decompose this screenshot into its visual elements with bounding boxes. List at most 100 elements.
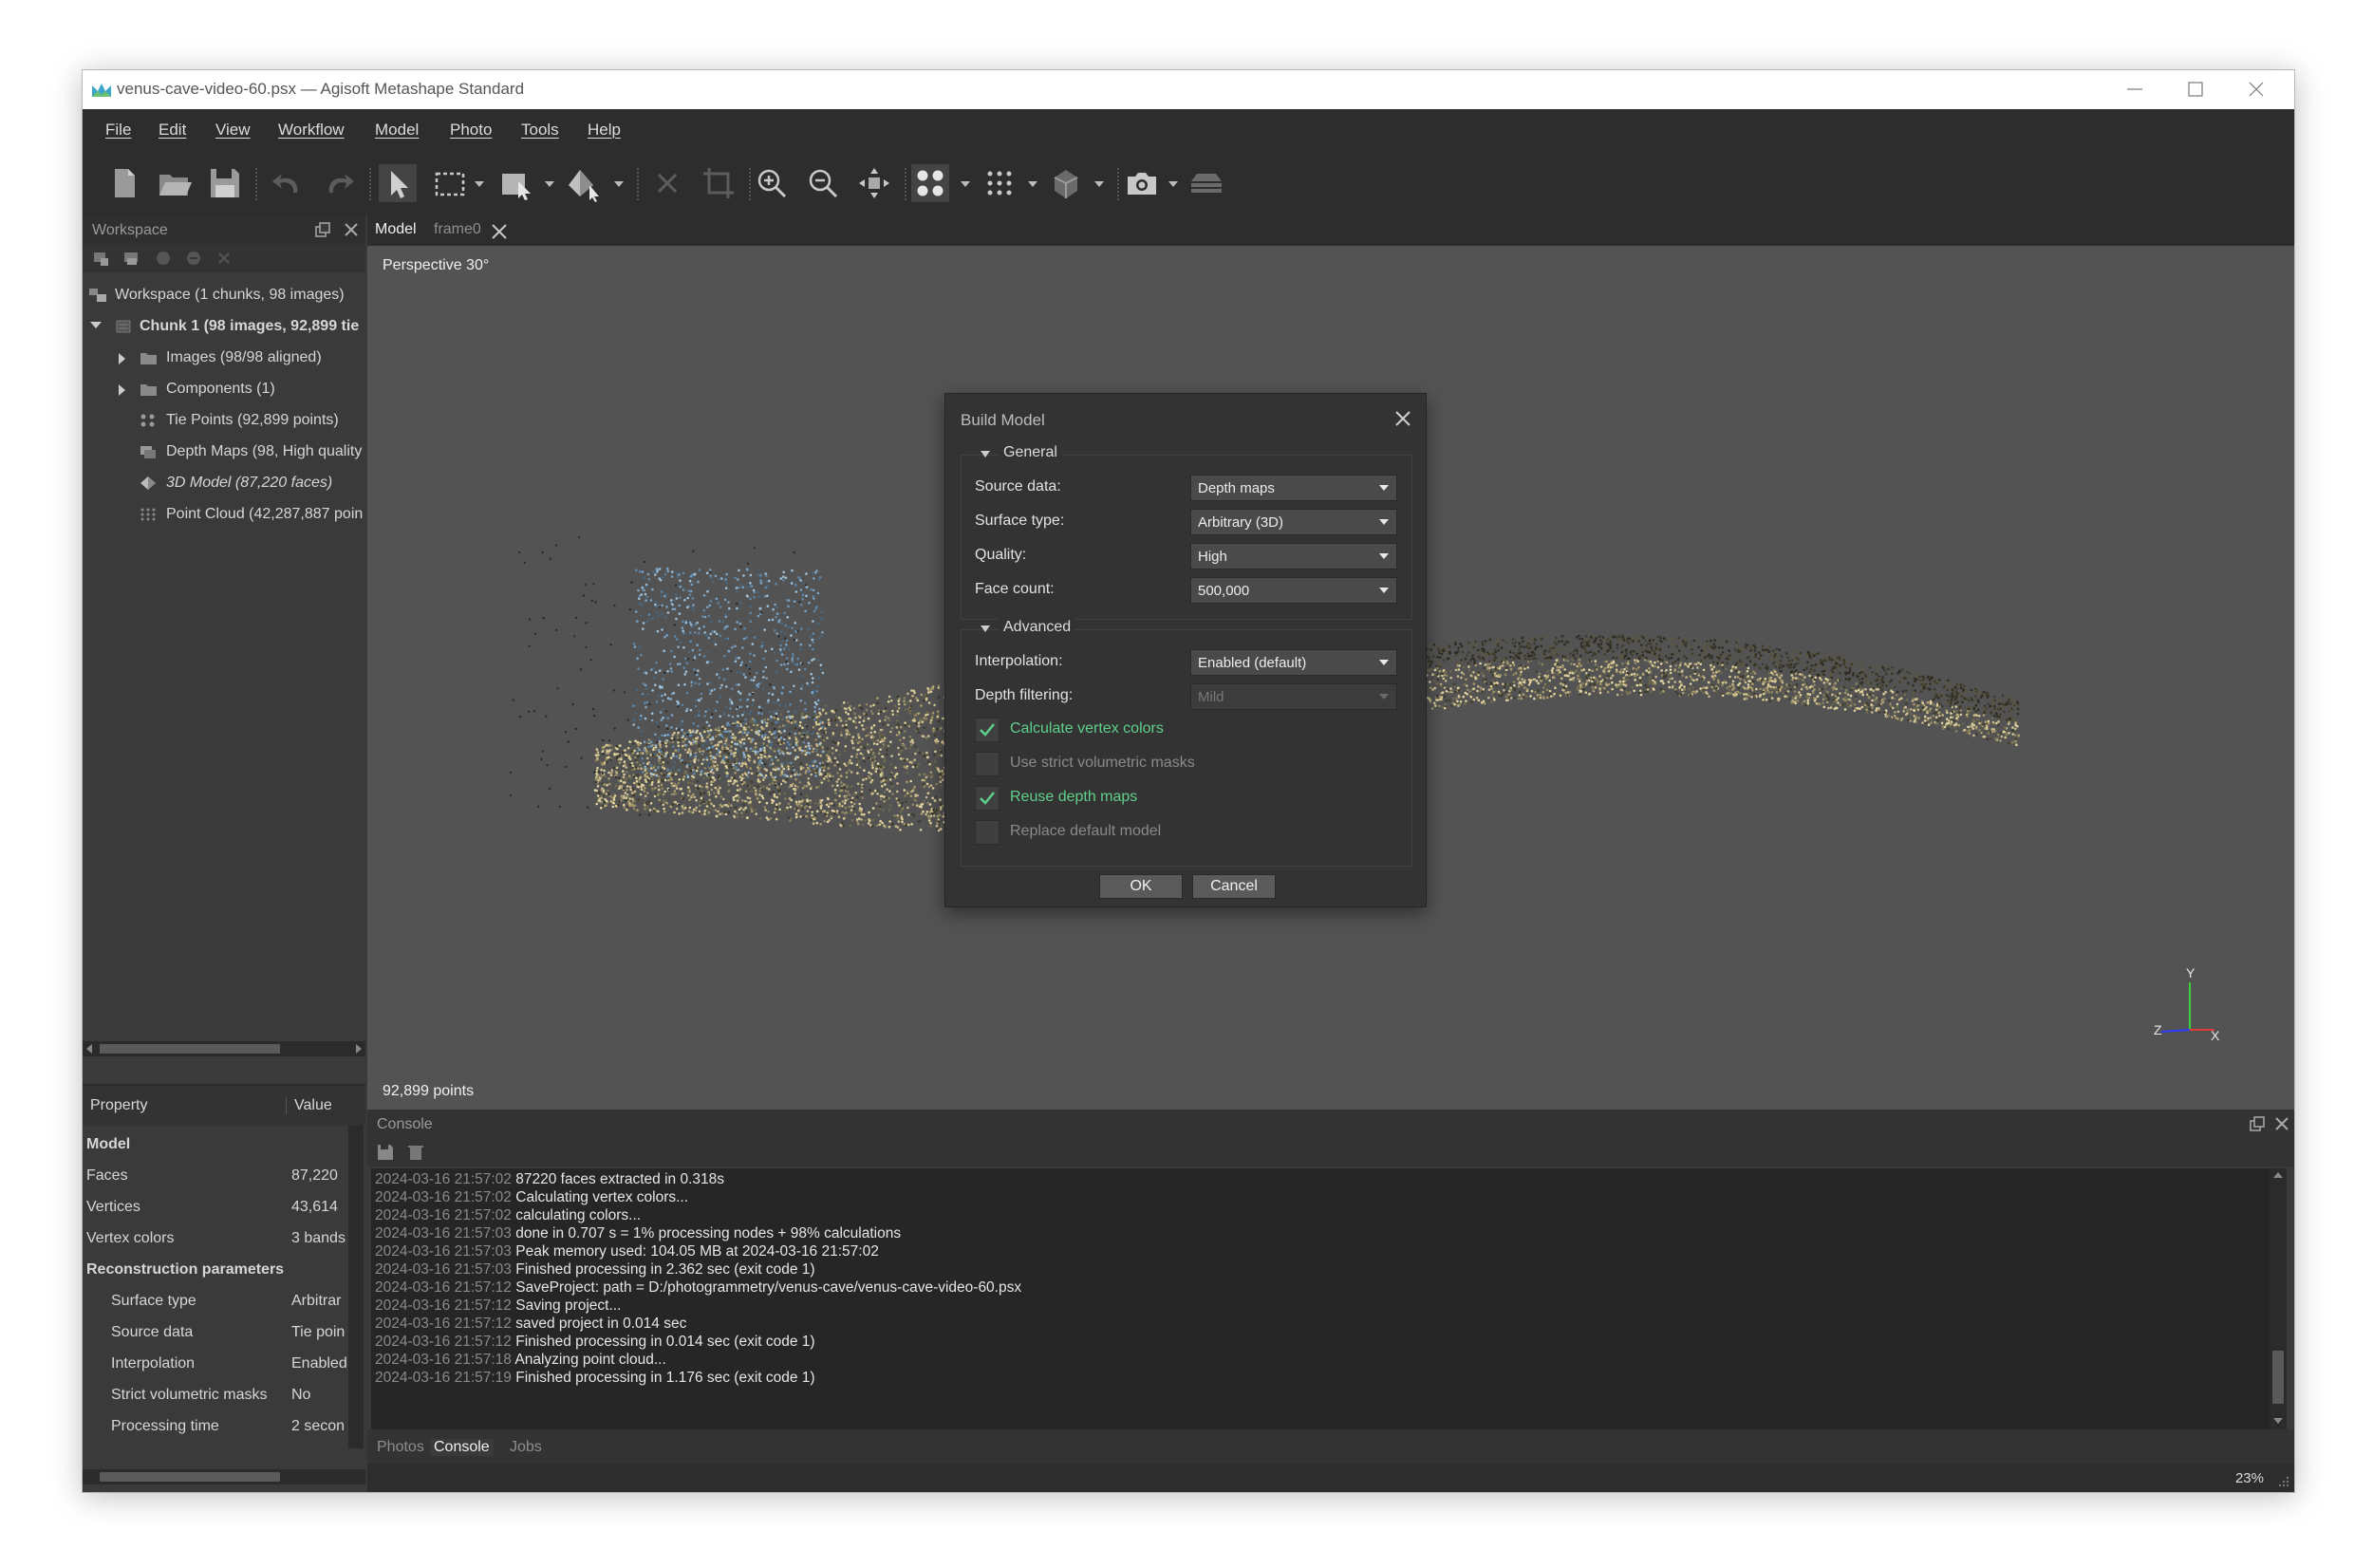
tab-console[interactable]: Console — [430, 1439, 494, 1456]
property-group[interactable]: Reconstruction parameters — [83, 1255, 348, 1285]
close-icon[interactable] — [343, 221, 360, 238]
menu-workflow[interactable]: Workflow — [278, 121, 345, 140]
interpolation-select[interactable]: Enabled (default) — [1190, 649, 1397, 676]
draw-shape-dropdown[interactable] — [545, 181, 554, 187]
face-count-select[interactable]: 500,000 — [1190, 577, 1397, 604]
point-cloud-dropdown[interactable] — [1028, 181, 1037, 187]
tab-photos[interactable]: Photos — [377, 1439, 424, 1456]
tie-points-dropdown[interactable] — [961, 181, 970, 187]
menu-help[interactable]: Help — [588, 121, 621, 140]
save-button[interactable] — [206, 164, 244, 202]
new-button[interactable] — [105, 164, 143, 202]
show-cameras-button[interactable] — [1123, 164, 1161, 202]
menu-edit[interactable]: Edit — [159, 121, 186, 140]
tab-model[interactable]: Model — [375, 221, 417, 238]
property-row[interactable]: Faces 87,220 — [83, 1161, 348, 1191]
trash-icon[interactable] — [407, 1144, 424, 1161]
rect-selection-button[interactable] — [431, 164, 469, 202]
close-tab-icon[interactable] — [491, 223, 508, 240]
enable-icon[interactable] — [155, 250, 172, 267]
advanced-group-title[interactable]: Advanced — [1000, 619, 1075, 636]
tab-frame0[interactable]: frame0 — [434, 221, 481, 238]
scroll-up-icon[interactable] — [2273, 1172, 2283, 1178]
replace-default-model-checkbox[interactable] — [975, 820, 1000, 845]
reuse-depth-maps-checkbox[interactable] — [975, 786, 1000, 811]
property-row[interactable]: Interpolation Enabled — [83, 1349, 348, 1379]
expand-icon[interactable] — [119, 384, 125, 396]
navigation-tool-button[interactable] — [379, 164, 417, 202]
console-log[interactable]: 2024-03-16 21:57:02 87220 faces extracte… — [371, 1168, 2270, 1429]
source-data-select[interactable]: Depth maps — [1190, 475, 1397, 501]
strict-volumetric-masks-checkbox[interactable] — [975, 752, 1000, 776]
undock-icon[interactable] — [2249, 1115, 2266, 1132]
scrollbar-thumb[interactable] — [2272, 1351, 2284, 1404]
properties-horizontal-scrollbar[interactable] — [83, 1469, 365, 1484]
show-model-button[interactable] — [1047, 164, 1085, 202]
collapse-icon[interactable] — [981, 451, 990, 457]
remove-icon[interactable] — [215, 250, 233, 267]
scroll-down-icon[interactable] — [2273, 1418, 2283, 1424]
scrollbar-thumb[interactable] — [100, 1472, 280, 1482]
open-button[interactable] — [156, 164, 194, 202]
zoom-out-button[interactable] — [804, 164, 842, 202]
scroll-right-icon[interactable] — [356, 1044, 362, 1054]
console-vertical-scrollbar[interactable] — [2270, 1168, 2287, 1429]
maximize-button[interactable] — [2169, 74, 2222, 104]
value-column-header[interactable]: Value — [286, 1097, 332, 1114]
properties-vertical-scrollbar[interactable] — [348, 1126, 364, 1448]
tab-jobs[interactable]: Jobs — [510, 1439, 542, 1456]
disable-icon[interactable] — [185, 250, 202, 267]
calculate-vertex-colors-label[interactable]: Calculate vertex colors — [1010, 720, 1164, 737]
crop-selection-button[interactable] — [700, 164, 738, 202]
close-window-button[interactable] — [2230, 74, 2283, 104]
expand-icon[interactable] — [119, 353, 125, 364]
property-group[interactable]: Model — [83, 1129, 348, 1160]
property-row[interactable]: Surface type Arbitrar — [83, 1286, 348, 1316]
rect-selection-dropdown[interactable] — [475, 181, 484, 187]
quality-select[interactable]: High — [1190, 543, 1397, 569]
move-object-dropdown[interactable] — [614, 181, 624, 187]
surface-type-select[interactable]: Arbitrary (3D) — [1190, 509, 1397, 535]
camera-dropdown[interactable] — [1168, 181, 1178, 187]
general-group-title[interactable]: General — [1000, 444, 1061, 461]
calculate-vertex-colors-checkbox[interactable] — [975, 718, 1000, 742]
property-column-header[interactable]: Property — [90, 1097, 147, 1114]
reset-view-button[interactable] — [855, 164, 893, 202]
menu-tools[interactable]: Tools — [521, 121, 559, 140]
scroll-left-icon[interactable] — [86, 1044, 92, 1054]
delete-selection-button[interactable] — [648, 164, 686, 202]
draw-shape-button[interactable] — [497, 164, 535, 202]
ok-button[interactable]: OK — [1099, 874, 1183, 899]
zoom-in-button[interactable] — [753, 164, 791, 202]
save-log-icon[interactable] — [377, 1144, 394, 1161]
property-row[interactable]: Strict volumetric masks No — [83, 1380, 348, 1410]
add-chunk-icon[interactable] — [92, 250, 109, 267]
menu-photo[interactable]: Photo — [450, 121, 492, 140]
close-icon[interactable] — [2273, 1115, 2290, 1132]
property-row[interactable]: Source data Tie poin — [83, 1317, 348, 1348]
menu-model[interactable]: Model — [375, 121, 419, 140]
menu-file[interactable]: File — [105, 121, 131, 140]
property-row[interactable]: Processing time 2 secon — [83, 1411, 348, 1442]
redo-button[interactable] — [320, 164, 358, 202]
undock-icon[interactable] — [314, 221, 331, 238]
strict-volumetric-masks-label[interactable]: Use strict volumetric masks — [1010, 755, 1195, 772]
collapse-icon[interactable] — [90, 322, 102, 328]
workspace-horizontal-scrollbar[interactable] — [83, 1041, 365, 1056]
property-row[interactable]: Vertices 43,614 — [83, 1192, 348, 1223]
move-object-button[interactable] — [565, 164, 603, 202]
undo-button[interactable] — [269, 164, 307, 202]
model-view-dropdown[interactable] — [1094, 181, 1104, 187]
add-photos-icon[interactable] — [122, 250, 140, 267]
show-tie-points-button[interactable] — [911, 164, 949, 202]
cancel-button[interactable]: Cancel — [1192, 874, 1276, 899]
reuse-depth-maps-label[interactable]: Reuse depth maps — [1010, 789, 1137, 806]
replace-default-model-label[interactable]: Replace default model — [1010, 823, 1161, 840]
resize-grip-icon[interactable] — [2277, 1475, 2290, 1488]
menu-view[interactable]: View — [215, 121, 251, 140]
minimize-button[interactable] — [2108, 74, 2161, 104]
collapse-icon[interactable] — [981, 625, 990, 632]
scrollbar-thumb[interactable] — [100, 1044, 280, 1054]
close-icon[interactable] — [1393, 409, 1412, 428]
layers-button[interactable] — [1187, 164, 1225, 202]
